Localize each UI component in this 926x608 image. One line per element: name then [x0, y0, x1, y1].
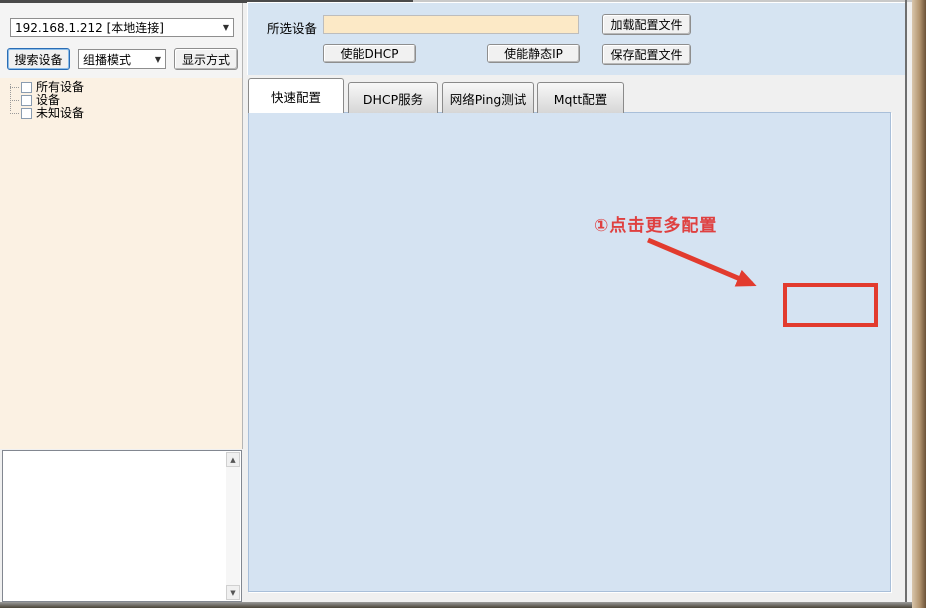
tree-connector-line: [10, 100, 19, 101]
load-config-button[interactable]: 加载配置文件: [602, 14, 691, 35]
window-bottom-border: [0, 602, 912, 608]
chevron-down-icon[interactable]: ▼: [151, 55, 165, 64]
selected-device-panel: [247, 2, 905, 75]
tree-checkbox[interactable]: [21, 108, 32, 119]
vertical-scrollbar[interactable]: ▲ ▼: [226, 452, 240, 600]
scroll-down-icon[interactable]: ▼: [226, 585, 240, 600]
tree-item-unknown-devices[interactable]: 未知设备: [0, 107, 243, 120]
tab-dhcp-service[interactable]: DHCP服务: [348, 82, 438, 113]
device-tree: 所有设备 设备 未知设备: [0, 78, 243, 449]
local-connection-value: 192.168.1.212 [本地连接]: [15, 19, 164, 36]
tab-quick-config[interactable]: 快速配置: [248, 78, 344, 113]
tree-checkbox[interactable]: [21, 82, 32, 93]
log-listbox[interactable]: ▲ ▼: [2, 450, 242, 602]
search-devices-button[interactable]: 搜索设备: [7, 48, 70, 70]
selected-device-label: 所选设备: [267, 18, 317, 37]
tree-connector-line: [10, 87, 19, 88]
annotation-highlight-rect: [783, 283, 878, 327]
device-search-panel: 192.168.1.212 [本地连接] ▼ 搜索设备 组播模式 ▼ 显示方式: [0, 3, 243, 78]
window-frame-strip: [912, 0, 926, 608]
quick-config-page: [248, 112, 891, 592]
chevron-down-icon[interactable]: ▼: [219, 23, 233, 32]
tab-network-ping-test[interactable]: 网络Ping测试: [442, 82, 534, 113]
tree-item-label[interactable]: 未知设备: [36, 107, 84, 120]
multicast-mode-select[interactable]: 组播模式 ▼: [78, 49, 166, 69]
enable-dhcp-button[interactable]: 使能DHCP: [323, 44, 416, 63]
annotation-step-text: ①点击更多配置: [594, 211, 717, 236]
enable-static-ip-button[interactable]: 使能静态IP: [487, 44, 580, 63]
window-right-border: [905, 0, 907, 602]
multicast-mode-value: 组播模式: [83, 51, 131, 68]
scroll-up-icon[interactable]: ▲: [226, 452, 240, 467]
tree-connector-line: [10, 113, 19, 114]
save-config-button[interactable]: 保存配置文件: [602, 44, 691, 65]
local-connection-select[interactable]: 192.168.1.212 [本地连接] ▼: [10, 18, 234, 37]
tab-mqtt-config[interactable]: Mqtt配置: [537, 82, 624, 113]
app-window: 192.168.1.212 [本地连接] ▼ 搜索设备 组播模式 ▼ 显示方式 …: [0, 0, 926, 608]
tree-checkbox[interactable]: [21, 95, 32, 106]
selected-device-input[interactable]: [323, 15, 579, 34]
display-mode-button[interactable]: 显示方式: [174, 48, 238, 70]
